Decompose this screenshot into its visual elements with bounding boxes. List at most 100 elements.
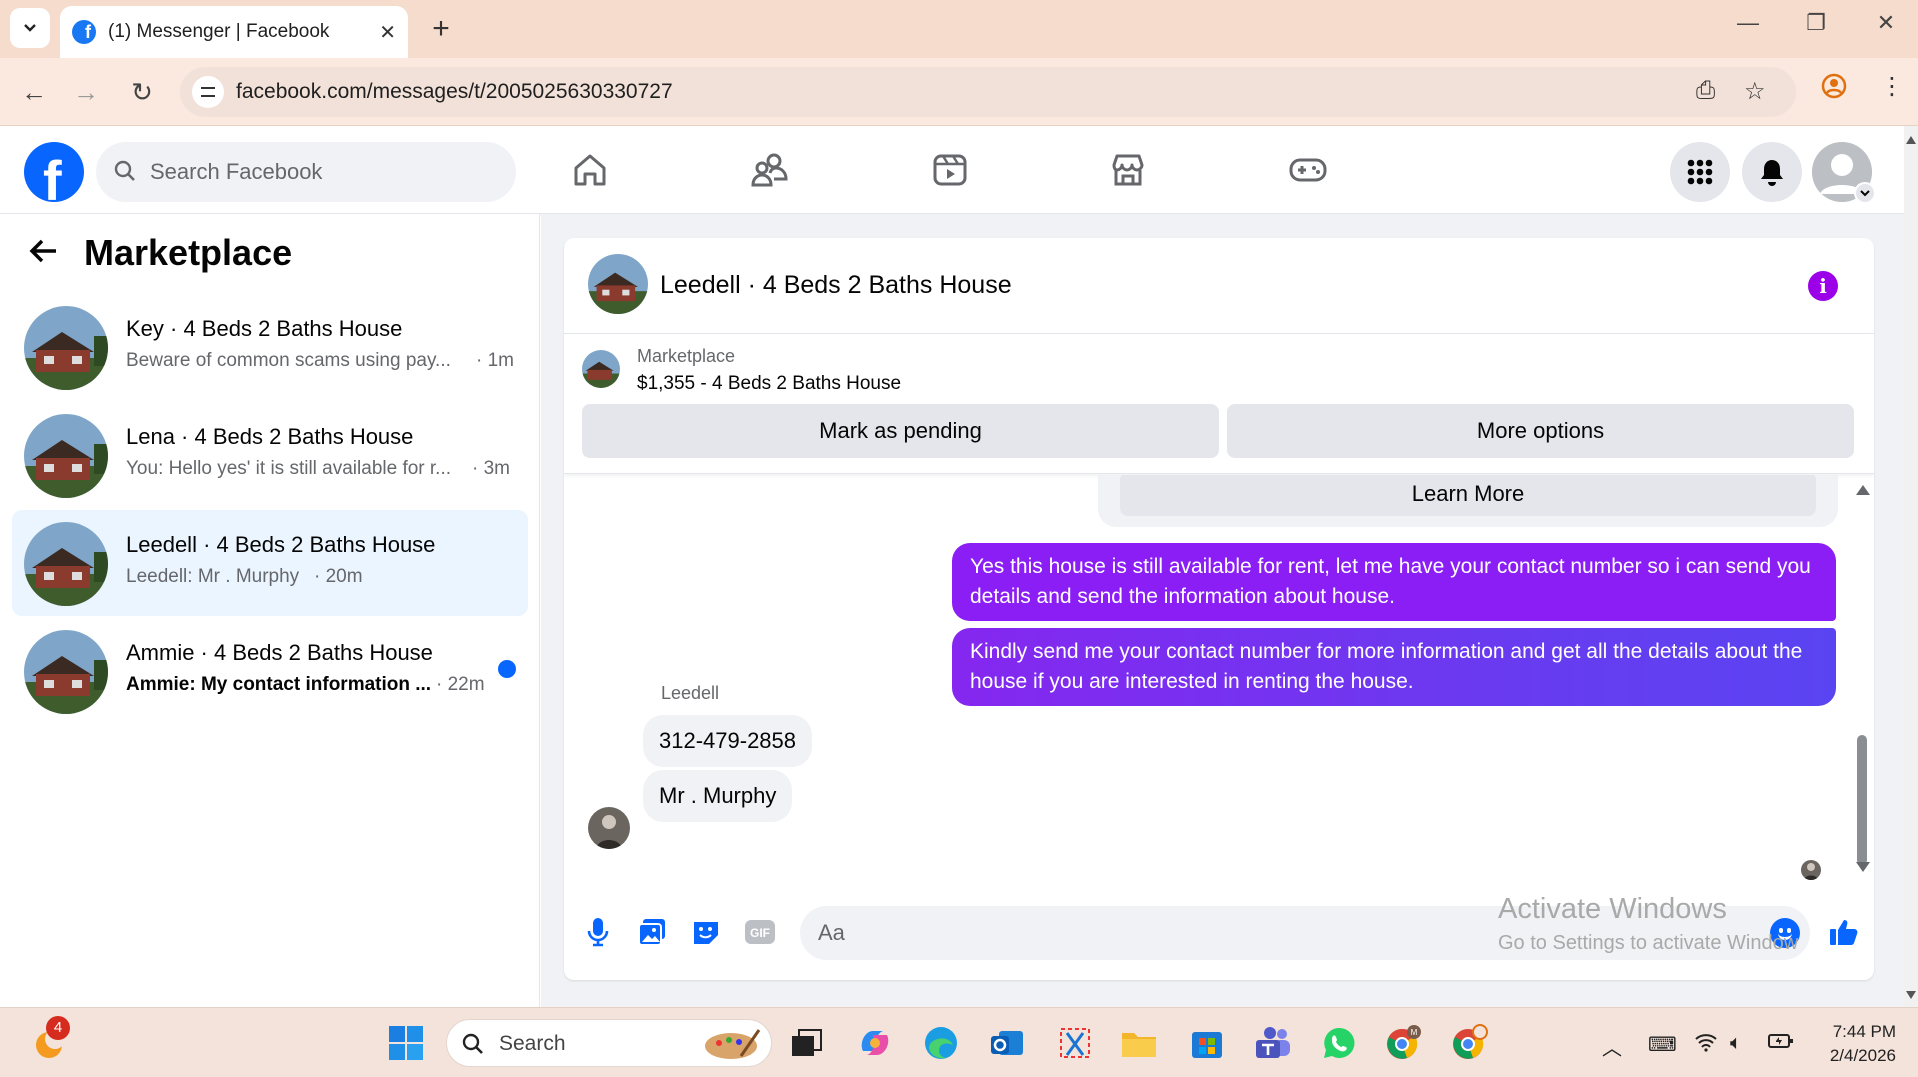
photo-attach-icon[interactable] xyxy=(634,914,670,950)
more-options-label: More options xyxy=(1476,418,1605,443)
safety-notice-card: Learn More xyxy=(1098,475,1838,527)
marketplace-conversations-panel: Marketplace Key · 4 Beds 2 Baths House B… xyxy=(0,214,540,1007)
incoming-message[interactable]: 312-479-2858 xyxy=(643,715,813,767)
tab-list-button[interactable] xyxy=(10,8,50,48)
address-bar[interactable]: facebook.com/messages/t/2005025630330727… xyxy=(180,67,1796,117)
conversation-item[interactable]: Lena · 4 Beds 2 Baths House You: Hello y… xyxy=(12,402,528,508)
conversation-item-active[interactable]: Leedell · 4 Beds 2 Baths House Leedell: … xyxy=(12,510,528,616)
learn-more-button[interactable]: Learn More xyxy=(1120,475,1816,516)
conversation-item[interactable]: Key · 4 Beds 2 Baths House Beware of com… xyxy=(12,294,528,400)
close-window-button[interactable]: ✕ xyxy=(1866,10,1906,36)
listing-thumbnail[interactable] xyxy=(582,350,620,388)
microphone-icon[interactable] xyxy=(580,914,616,950)
volume-icon[interactable]: 🔈︎ xyxy=(1730,1032,1742,1055)
page-scroll-down-icon[interactable] xyxy=(1906,991,1916,999)
menu-grid-icon[interactable] xyxy=(1670,142,1730,202)
browser-tab-messenger[interactable]: f (1) Messenger | Facebook ✕ xyxy=(60,6,408,58)
facebook-favicon-icon: f xyxy=(72,20,96,44)
facebook-header: f xyxy=(0,126,1904,214)
message-list: Learn More Yes this house is still avail… xyxy=(564,475,1874,888)
chat-house-avatar[interactable] xyxy=(588,254,648,314)
message-scrollbar[interactable] xyxy=(1854,475,1870,888)
outlook-icon[interactable] xyxy=(984,1020,1030,1066)
install-app-icon[interactable]: ⎙ xyxy=(1696,77,1715,105)
notifications-bell-icon[interactable] xyxy=(1742,142,1802,202)
conversation-time: · 22m xyxy=(436,674,485,695)
gif-icon[interactable]: GIF xyxy=(742,914,778,950)
task-view-icon[interactable] xyxy=(784,1020,830,1066)
search-icon xyxy=(114,160,135,181)
home-icon[interactable] xyxy=(568,148,612,192)
minimize-window-button[interactable]: — xyxy=(1728,10,1768,36)
scroll-thumb[interactable] xyxy=(1857,735,1867,865)
search-icon xyxy=(462,1033,483,1054)
mark-as-pending-button[interactable]: Mark as pending xyxy=(582,404,1219,458)
thumbs-up-icon[interactable] xyxy=(1826,914,1862,950)
outgoing-message[interactable]: Kindly send me your contact number for m… xyxy=(952,628,1836,706)
activation-watermark-text: Go to Settings to activate Windows. xyxy=(1498,932,1798,954)
conversation-time: · 3m xyxy=(472,458,510,479)
info-icon[interactable]: i xyxy=(1808,271,1838,301)
chrome-profile-icon[interactable] xyxy=(1446,1020,1492,1066)
house-thumbnail-avatar xyxy=(24,306,108,390)
reload-icon[interactable]: ↻ xyxy=(124,74,160,110)
chat-title[interactable]: Leedell · 4 Beds 2 Baths House xyxy=(660,271,1012,300)
site-settings-icon[interactable] xyxy=(192,76,224,108)
friends-icon[interactable] xyxy=(748,148,792,192)
wifi-icon[interactable] xyxy=(1694,1032,1718,1058)
page-scroll-up-icon[interactable] xyxy=(1906,136,1916,144)
account-avatar[interactable] xyxy=(1812,142,1876,204)
scroll-down-arrow-icon[interactable] xyxy=(1856,862,1870,872)
battery-icon[interactable] xyxy=(1768,1032,1794,1056)
close-tab-icon[interactable]: ✕ xyxy=(379,20,396,45)
conversation-item-unread[interactable]: Ammie · 4 Beds 2 Baths House Ammie: My c… xyxy=(12,618,528,724)
marketplace-listing-bar: Marketplace $1,355 - 4 Beds 2 Baths Hous… xyxy=(564,334,1874,474)
scroll-up-arrow-icon[interactable] xyxy=(1856,485,1870,495)
microsoft-store-icon[interactable] xyxy=(1184,1020,1230,1066)
sender-avatar[interactable] xyxy=(588,807,630,849)
gaming-icon[interactable] xyxy=(1286,148,1330,192)
more-options-button[interactable]: More options xyxy=(1227,404,1854,458)
bookmark-star-icon[interactable]: ☆ xyxy=(1744,77,1766,106)
conversation-name: Lena · 4 Beds 2 Baths House xyxy=(126,424,414,449)
restore-window-button[interactable]: ❐ xyxy=(1796,10,1836,36)
back-arrow-icon[interactable] xyxy=(28,232,68,274)
tab-title: (1) Messenger | Facebook xyxy=(108,21,330,42)
page-scrollbar[interactable] xyxy=(1904,126,1918,1007)
edge-browser-icon[interactable] xyxy=(918,1020,964,1066)
activation-watermark-title: Activate Windows xyxy=(1498,893,1727,925)
snipping-tool-icon[interactable] xyxy=(1052,1020,1098,1066)
whatsapp-icon[interactable] xyxy=(1316,1020,1362,1066)
conversation-preview: You: Hello yes' it is still available fo… xyxy=(126,458,452,479)
taskbar-search[interactable]: Search xyxy=(446,1019,772,1067)
profile-icon[interactable] xyxy=(1820,72,1848,107)
new-tab-button[interactable]: + xyxy=(424,12,458,46)
system-clock[interactable]: 7:44 PM 2/4/2026 xyxy=(1816,1020,1896,1068)
file-explorer-icon[interactable] xyxy=(1116,1020,1162,1066)
chrome-profile-m-icon[interactable]: M xyxy=(1380,1020,1426,1066)
search-input[interactable] xyxy=(150,142,500,202)
url-text[interactable]: facebook.com/messages/t/2005025630330727 xyxy=(236,80,673,104)
outgoing-message[interactable]: Yes this house is still available for re… xyxy=(952,543,1836,621)
account-chevron-icon[interactable] xyxy=(1854,182,1876,204)
facebook-search[interactable] xyxy=(96,142,516,202)
chat-header: Leedell · 4 Beds 2 Baths House i xyxy=(564,238,1874,334)
weather-notification-badge: 4 xyxy=(46,1016,70,1040)
browser-tabstrip: f (1) Messenger | Facebook ✕ + — ❐ ✕ xyxy=(0,0,1918,58)
unread-dot-icon xyxy=(498,660,516,678)
facebook-logo-icon[interactable]: f xyxy=(24,142,84,202)
teams-icon[interactable] xyxy=(1250,1020,1296,1066)
windows-start-icon[interactable] xyxy=(383,1020,429,1066)
incoming-message[interactable]: Mr . Murphy xyxy=(643,770,793,822)
browser-menu-icon[interactable]: ⋮ xyxy=(1880,72,1904,101)
listing-price-title[interactable]: $1,355 - 4 Beds 2 Baths House xyxy=(637,373,901,395)
marketplace-icon[interactable] xyxy=(1106,148,1150,192)
sticker-icon[interactable] xyxy=(688,914,724,950)
keyboard-icon[interactable]: ⌨ xyxy=(1648,1032,1677,1057)
show-hidden-icons-chevron-icon[interactable]: ︿ xyxy=(1602,1032,1622,1061)
back-arrow-icon[interactable]: ← xyxy=(16,74,52,110)
copilot-icon[interactable] xyxy=(852,1020,898,1066)
mark-as-pending-label: Mark as pending xyxy=(819,418,982,443)
video-icon[interactable] xyxy=(928,148,972,192)
forward-arrow-icon[interactable]: → xyxy=(68,74,104,110)
